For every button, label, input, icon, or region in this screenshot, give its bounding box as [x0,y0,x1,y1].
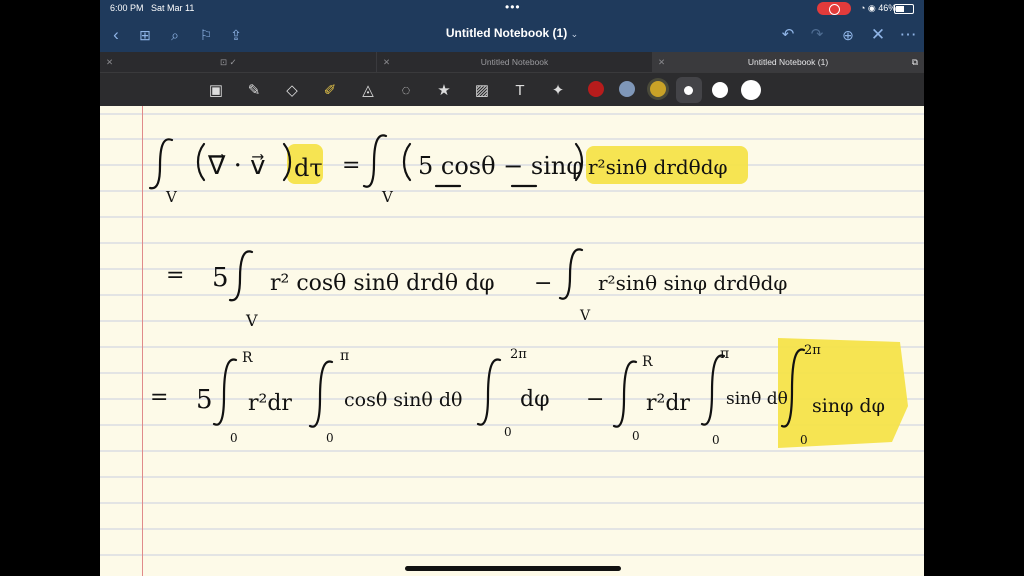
drawing-toolbar: ▣ ✎ ◇ ✐ ◬ ◌ ★ ▨ T ✦ [100,72,924,106]
add-page-icon[interactable]: ⊕ [836,23,860,47]
svg-text:cosθ sinθ dθ: cosθ sinθ dθ [344,389,462,411]
svg-text:π: π [340,348,349,364]
tab-notebook-2[interactable]: ✕ Untitled Notebook [376,52,652,72]
svg-text:dτ: dτ [294,154,323,182]
svg-text:V: V [381,188,394,206]
integral-sign [228,250,254,302]
status-indicators: ◔ ◉ 46% [860,3,897,13]
svg-text:5: 5 [196,385,213,415]
svg-text:V: V [579,308,591,324]
svg-text:0: 0 [712,433,720,447]
pen-size-small[interactable] [684,86,693,95]
notebook-title[interactable]: Untitled Notebook (1) ⌄ [100,26,924,40]
svg-text:r² cosθ sinθ drdθ dφ: r² cosθ sinθ drdθ dφ [270,271,495,296]
svg-text:−: − [534,271,552,296]
integral-sign [148,138,174,190]
svg-text:π: π [720,346,729,362]
svg-text:∇⃗ · v⃗: ∇⃗ · v⃗ [207,151,266,181]
multitasking-dots-icon[interactable]: ••• [505,0,521,14]
svg-text:=: = [150,385,168,410]
image-icon[interactable]: ▨ [471,80,493,102]
svg-text:=: = [342,153,360,178]
split-view-icon[interactable]: ⧉ [912,52,918,72]
svg-text:V: V [165,188,178,206]
tab-notebook-3-active[interactable]: ✕ Untitled Notebook (1) ⧉ [652,52,924,72]
battery-icon [894,4,914,14]
svg-text:r²sinθ drdθdφ: r²sinθ drdθdφ [588,155,728,179]
color-swatch-red[interactable] [588,81,604,97]
undo-icon[interactable]: ↶ [776,23,800,47]
close-tab-icon[interactable]: ✕ [106,52,113,72]
integral-sign [308,360,334,428]
text-icon[interactable]: T [509,80,531,102]
highlight-last-integral [778,338,908,448]
color-swatch-blue[interactable] [619,81,635,97]
notebook-page[interactable]: V ∇⃗ · v⃗ dτ = V 5 cosθ − sinφ r²sinθ dr… [100,106,924,576]
tab-status-icons: ⊡ ✓ [220,57,237,67]
svg-text:2π: 2π [510,347,527,362]
svg-text:R: R [242,350,253,366]
more-icon[interactable]: ⋯ [896,23,920,47]
laser-pointer-icon[interactable]: ✦ [547,80,569,102]
chevron-down-icon: ⌄ [570,29,579,39]
svg-text:−: − [586,387,604,412]
close-icon[interactable]: ✕ [866,23,890,47]
integral-sign [212,358,238,426]
integral-sign [700,354,726,426]
svg-text:sinφ dφ: sinφ dφ [812,395,885,417]
handwritten-equations: V ∇⃗ · v⃗ dτ = V 5 cosθ − sinφ r²sinθ dr… [148,134,908,448]
status-time: 6:00 PM Sat Mar 11 [110,3,195,13]
tab-label: Untitled Notebook [480,57,549,67]
lasso-icon[interactable]: ◌ [395,80,417,102]
svg-text:dφ: dφ [520,387,550,412]
shapes-icon[interactable]: ◬ [357,80,379,102]
svg-text:0: 0 [504,425,512,439]
integral-sign [558,248,584,300]
svg-text:5: 5 [212,263,229,293]
svg-text:r²sinθ sinφ drdθdφ: r²sinθ sinφ drdθdφ [598,271,787,295]
screen-record-icon[interactable] [817,2,851,15]
redo-icon[interactable]: ↷ [805,23,829,47]
svg-text:=: = [166,263,184,288]
svg-text:0: 0 [326,431,334,445]
integral-sign [476,358,502,426]
highlighter-icon[interactable]: ✐ [319,80,341,102]
pen-icon[interactable]: ✎ [243,80,265,102]
svg-text:sinθ dθ: sinθ dθ [726,389,788,409]
svg-text:2π: 2π [804,343,821,358]
navigation-bar: ‹ ⊞ ⌕ ⚐ ⇪ Untitled Notebook (1) ⌄ ↶ ↷ ⊕ … [100,18,924,52]
lasso-image-icon[interactable]: ▣ [205,80,227,102]
color-swatch-yellow[interactable] [650,81,666,97]
tab-bar: ✕ ⊡ ✓ ✕ Untitled Notebook ✕ Untitled Not… [100,52,924,72]
svg-text:V: V [245,311,258,330]
status-bar: 6:00 PM Sat Mar 11 ••• ◔ ◉ 46% [100,0,924,18]
sticker-icon[interactable]: ★ [433,80,455,102]
svg-text:0: 0 [230,431,238,445]
equation-line-1: V ∇⃗ · v⃗ dτ = V 5 cosθ − sinφ r²sinθ dr… [148,134,728,206]
svg-text:R: R [642,354,653,370]
tab-notebook-1[interactable]: ✕ ⊡ ✓ [100,52,376,72]
home-indicator[interactable] [405,566,621,571]
svg-text:r²dr: r²dr [248,391,292,416]
notability-app-frame: 6:00 PM Sat Mar 11 ••• ◔ ◉ 46% ‹ ⊞ ⌕ ⚐ ⇪… [100,0,924,576]
svg-text:5 cosθ − sinφ: 5 cosθ − sinφ [418,152,583,180]
svg-text:r²dr: r²dr [646,391,690,416]
equation-line-2: = 5 V r² cosθ sinθ drdθ dφ − V r²sinθ si… [166,248,787,330]
integral-sign [612,360,638,428]
pen-size-large[interactable] [741,80,761,100]
svg-text:0: 0 [800,433,808,447]
pen-size-medium[interactable] [712,82,728,98]
svg-text:0: 0 [632,429,640,443]
integral-sign [362,134,388,188]
eraser-icon[interactable]: ◇ [281,80,303,102]
tab-label: Untitled Notebook (1) [747,57,829,67]
equation-line-3: = 5 0 R r²dr 0 π cosθ sinθ dθ 0 2π dφ − [150,343,885,447]
